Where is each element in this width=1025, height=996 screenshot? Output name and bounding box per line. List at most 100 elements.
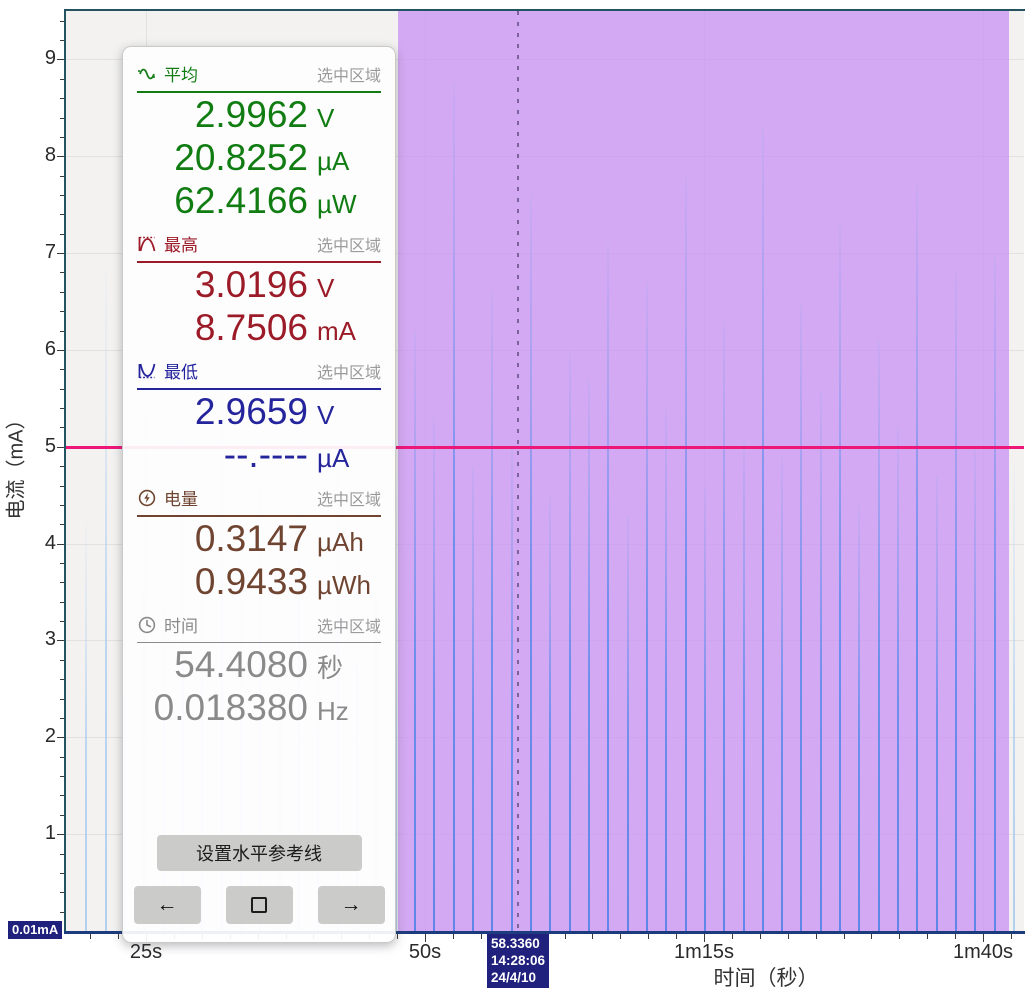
stats-scope-label: 选中区域: [316, 364, 381, 382]
cursor-value-badge: 58.3360 14:28:06 24/4/10: [487, 934, 550, 988]
y-axis-major-tick: [57, 737, 64, 739]
stats-scope-label: 选中区域: [316, 67, 381, 85]
stat-value-row: 54.4080 秒: [137, 644, 381, 686]
stat-value: 54.4080: [174, 644, 308, 685]
stats-panel: 平均 选中区域 2.9962 V 20.8252 µA 62.4166 µW 最高 选中区域 3.0…: [122, 46, 396, 943]
x-axis-minor-tick: [452, 934, 454, 939]
current-spike: [916, 185, 919, 931]
stat-value-row: --.---- µA: [137, 434, 381, 476]
stat-unit: µAh: [317, 527, 364, 557]
y-axis-minor-tick: [60, 853, 64, 855]
y-axis-minor-tick: [60, 679, 64, 681]
current-spike: [974, 446, 977, 931]
stats-section-maximum: 最高 选中区域 3.0196 V 8.7506 mA: [137, 231, 381, 349]
y-axis-minor-tick: [60, 311, 64, 313]
stat-value-row: 20.8252 µA: [137, 137, 381, 179]
current-spike: [626, 514, 629, 931]
peak-icon: [137, 235, 157, 253]
y-axis-minor-tick: [60, 698, 64, 700]
stats-scope-label: 选中区域: [316, 618, 381, 636]
current-spike: [413, 330, 416, 931]
stat-unit: µW: [317, 189, 357, 219]
section-divider: [137, 515, 381, 517]
y-axis-minor-tick: [60, 175, 64, 177]
current-spike: [935, 475, 938, 931]
stat-value-row: 2.9659 V: [137, 391, 381, 433]
y-axis-minor-tick: [60, 408, 64, 410]
stat-unit: V: [317, 103, 335, 133]
y-axis-minor-tick: [60, 717, 64, 719]
current-spike: [993, 253, 996, 931]
stat-unit: 秒: [317, 653, 344, 683]
panel-button-area: 设置水平参考线 ← →: [133, 835, 385, 926]
x-axis-minor-tick: [759, 934, 761, 939]
y-axis-minor-tick: [60, 78, 64, 80]
y-axis-major-tick: [57, 349, 64, 351]
stats-section-header: 最高 选中区域: [137, 231, 381, 256]
energy-icon: [137, 489, 157, 507]
current-spike: [510, 446, 513, 931]
stat-value-row: 0.9433 µWh: [137, 561, 381, 603]
stats-scope-label: 选中区域: [316, 491, 381, 509]
y-scale-badge: 0.01mA: [8, 921, 63, 939]
current-spike: [491, 291, 494, 931]
stats-section-energy: 电量 选中区域 0.3147 µAh 0.9433 µWh: [137, 485, 381, 603]
current-spike: [800, 301, 803, 931]
section-divider: [137, 91, 381, 93]
x-axis-minor-tick: [564, 934, 566, 939]
y-tick-label: 8: [44, 144, 56, 167]
y-axis-minor-tick: [60, 427, 64, 429]
cursor-clock: 14:28:06: [491, 953, 546, 968]
stats-section-time: 时间 选中区域 54.4080 秒 0.018380 Hz: [137, 612, 381, 729]
y-axis-minor-tick: [60, 233, 64, 235]
stats-sections: 平均 选中区域 2.9962 V 20.8252 µA 62.4166 µW 最高 选中区域 3.0…: [137, 61, 381, 738]
next-button[interactable]: →: [317, 886, 385, 924]
current-spike: [703, 485, 706, 931]
y-axis-minor-tick: [60, 892, 64, 894]
stats-section-header: 最低 选中区域: [137, 358, 381, 383]
stat-unit: Hz: [317, 696, 349, 726]
y-axis-minor-tick: [60, 117, 64, 119]
y-axis-minor-tick: [60, 911, 64, 913]
x-axis-minor-tick: [592, 934, 594, 939]
current-spike: [897, 427, 900, 931]
set-reference-line-button[interactable]: 设置水平参考线: [156, 835, 362, 871]
y-axis-minor-tick: [60, 369, 64, 371]
y-axis-minor-tick: [60, 20, 64, 22]
stat-value: 20.8252: [174, 137, 308, 178]
y-axis-minor-tick: [60, 563, 64, 564]
cursor-line[interactable]: [517, 11, 520, 931]
x-tick-label: 1m15s: [673, 941, 735, 963]
y-axis-minor-tick: [60, 659, 64, 661]
y-axis-major-tick: [57, 543, 64, 545]
stat-unit: µWh: [317, 570, 371, 600]
stat-value-row: 0.018380 Hz: [137, 687, 381, 729]
valley-icon: [137, 362, 157, 380]
chart-border-left: [64, 9, 66, 931]
x-axis-minor-tick: [118, 934, 120, 939]
x-axis-minor-tick: [676, 934, 678, 939]
prev-button[interactable]: ←: [133, 886, 201, 924]
current-spike: [104, 272, 107, 931]
stat-unit: µA: [317, 146, 350, 176]
current-spike: [587, 379, 590, 931]
stats-scope-label: 选中区域: [316, 237, 381, 255]
stats-section-title: 电量: [164, 490, 198, 509]
y-tick-label: 3: [44, 628, 56, 651]
wave-icon: [137, 65, 157, 83]
current-spike: [471, 466, 474, 931]
y-axis-title: 电流（mA）: [5, 409, 28, 520]
x-axis-minor-tick: [815, 934, 817, 939]
stat-unit: V: [317, 273, 335, 303]
y-axis-major-tick: [57, 156, 64, 158]
y-axis-minor-tick: [60, 776, 64, 778]
stop-button[interactable]: [225, 886, 293, 924]
y-axis-major-tick: [57, 59, 64, 61]
stop-square-icon: [251, 897, 267, 913]
y-tick-label: 2: [44, 725, 56, 748]
x-axis-minor-tick: [620, 934, 622, 939]
y-axis-minor-tick: [60, 601, 64, 603]
cursor-date: 24/4/10: [491, 970, 537, 985]
y-axis-minor-tick: [60, 388, 64, 390]
section-divider: [137, 261, 381, 263]
